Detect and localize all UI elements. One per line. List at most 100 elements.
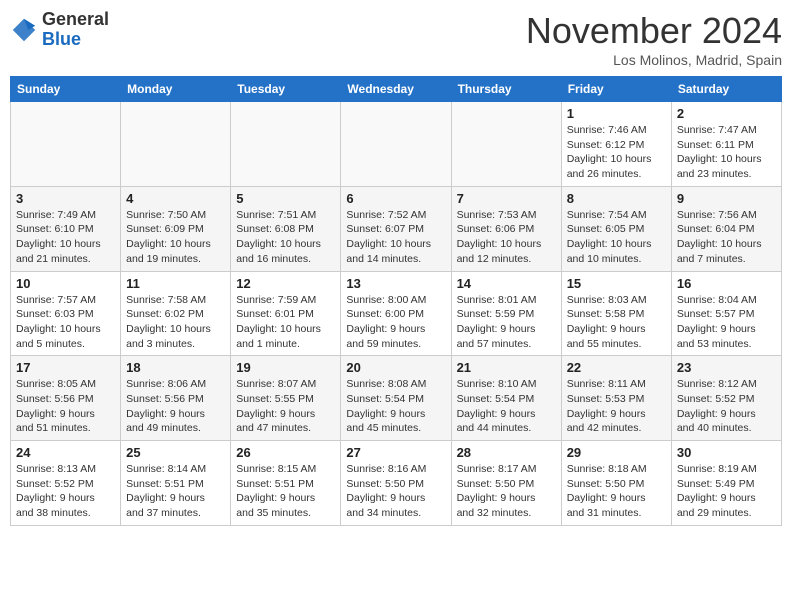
logo-icon (10, 16, 38, 44)
day-number: 15 (567, 276, 666, 291)
day-number: 23 (677, 360, 776, 375)
day-info: Sunrise: 7:54 AM Sunset: 6:05 PM Dayligh… (567, 208, 666, 267)
calendar-day-cell (11, 102, 121, 187)
day-number: 29 (567, 445, 666, 460)
day-info: Sunrise: 7:59 AM Sunset: 6:01 PM Dayligh… (236, 293, 335, 352)
calendar-day-cell (451, 102, 561, 187)
weekday-header: Wednesday (341, 77, 451, 102)
calendar-day-cell (341, 102, 451, 187)
day-number: 27 (346, 445, 445, 460)
calendar-day-cell: 11 Sunrise: 7:58 AM Sunset: 6:02 PM Dayli… (121, 271, 231, 356)
calendar-day-cell: 27 Sunrise: 8:16 AM Sunset: 5:50 PM Dayli… (341, 441, 451, 526)
weekday-header: Saturday (671, 77, 781, 102)
day-number: 19 (236, 360, 335, 375)
day-info: Sunrise: 7:50 AM Sunset: 6:09 PM Dayligh… (126, 208, 225, 267)
day-number: 20 (346, 360, 445, 375)
logo: General Blue (10, 10, 109, 50)
calendar-day-cell: 13Sunrise: 8:00 AM Sunset: 6:00 PM Dayli… (341, 271, 451, 356)
title-block: November 2024 Los Molinos, Madrid, Spain (526, 10, 782, 68)
calendar-day-cell: 30Sunrise: 8:19 AM Sunset: 5:49 PM Dayli… (671, 441, 781, 526)
day-number: 11 (126, 276, 225, 291)
calendar-header-row: SundayMondayTuesdayWednesdayThursdayFrid… (11, 77, 782, 102)
day-info: Sunrise: 8:00 AM Sunset: 6:00 PM Dayligh… (346, 293, 445, 352)
calendar-day-cell: 26Sunrise: 8:15 AM Sunset: 5:51 PM Dayli… (231, 441, 341, 526)
calendar-week-row: 1 Sunrise: 7:46 AM Sunset: 6:12 PM Daylig… (11, 102, 782, 187)
calendar-day-cell: 17 Sunrise: 8:05 AM Sunset: 5:56 PM Dayli… (11, 356, 121, 441)
day-info: Sunrise: 7:57 AM Sunset: 6:03 PM Dayligh… (16, 293, 115, 352)
logo-text: General Blue (42, 10, 109, 50)
day-info: Sunrise: 7:56 AM Sunset: 6:04 PM Dayligh… (677, 208, 776, 267)
day-info: Sunrise: 8:01 AM Sunset: 5:59 PM Dayligh… (457, 293, 556, 352)
calendar-day-cell: 25 Sunrise: 8:14 AM Sunset: 5:51 PM Dayli… (121, 441, 231, 526)
location: Los Molinos, Madrid, Spain (526, 52, 782, 68)
day-number: 7 (457, 191, 556, 206)
calendar-day-cell: 1 Sunrise: 7:46 AM Sunset: 6:12 PM Daylig… (561, 102, 671, 187)
day-number: 16 (677, 276, 776, 291)
month-title: November 2024 (526, 10, 782, 52)
calendar-day-cell: 12 Sunrise: 7:59 AM Sunset: 6:01 PM Dayli… (231, 271, 341, 356)
page-header: General Blue November 2024 Los Molinos, … (10, 10, 782, 68)
day-number: 28 (457, 445, 556, 460)
calendar-day-cell: 21Sunrise: 8:10 AM Sunset: 5:54 PM Dayli… (451, 356, 561, 441)
weekday-header: Thursday (451, 77, 561, 102)
day-info: Sunrise: 8:08 AM Sunset: 5:54 PM Dayligh… (346, 377, 445, 436)
day-number: 1 (567, 106, 666, 121)
day-number: 10 (16, 276, 115, 291)
calendar-table: SundayMondayTuesdayWednesdayThursdayFrid… (10, 76, 782, 526)
calendar-day-cell: 23 Sunrise: 8:12 AM Sunset: 5:52 PM Dayli… (671, 356, 781, 441)
day-number: 3 (16, 191, 115, 206)
calendar-week-row: 24 Sunrise: 8:13 AM Sunset: 5:52 PM Dayli… (11, 441, 782, 526)
logo-blue: Blue (42, 29, 81, 49)
day-info: Sunrise: 7:58 AM Sunset: 6:02 PM Dayligh… (126, 293, 225, 352)
day-info: Sunrise: 7:46 AM Sunset: 6:12 PM Dayligh… (567, 123, 666, 182)
day-info: Sunrise: 8:17 AM Sunset: 5:50 PM Dayligh… (457, 462, 556, 521)
logo-general: General (42, 9, 109, 29)
day-info: Sunrise: 7:53 AM Sunset: 6:06 PM Dayligh… (457, 208, 556, 267)
calendar-day-cell: 29 Sunrise: 8:18 AM Sunset: 5:50 PM Dayli… (561, 441, 671, 526)
calendar-day-cell: 28 Sunrise: 8:17 AM Sunset: 5:50 PM Dayli… (451, 441, 561, 526)
day-number: 4 (126, 191, 225, 206)
calendar-day-cell: 8 Sunrise: 7:54 AM Sunset: 6:05 PM Daylig… (561, 186, 671, 271)
day-info: Sunrise: 8:10 AM Sunset: 5:54 PM Dayligh… (457, 377, 556, 436)
calendar-day-cell: 18 Sunrise: 8:06 AM Sunset: 5:56 PM Dayli… (121, 356, 231, 441)
day-info: Sunrise: 8:18 AM Sunset: 5:50 PM Dayligh… (567, 462, 666, 521)
day-number: 9 (677, 191, 776, 206)
weekday-header: Tuesday (231, 77, 341, 102)
day-info: Sunrise: 7:49 AM Sunset: 6:10 PM Dayligh… (16, 208, 115, 267)
day-number: 6 (346, 191, 445, 206)
day-number: 8 (567, 191, 666, 206)
day-info: Sunrise: 7:51 AM Sunset: 6:08 PM Dayligh… (236, 208, 335, 267)
calendar-day-cell: 22Sunrise: 8:11 AM Sunset: 5:53 PM Dayli… (561, 356, 671, 441)
calendar-day-cell: 14Sunrise: 8:01 AM Sunset: 5:59 PM Dayli… (451, 271, 561, 356)
calendar-day-cell: 20 Sunrise: 8:08 AM Sunset: 5:54 PM Dayli… (341, 356, 451, 441)
calendar-day-cell: 3 Sunrise: 7:49 AM Sunset: 6:10 PM Daylig… (11, 186, 121, 271)
day-info: Sunrise: 8:06 AM Sunset: 5:56 PM Dayligh… (126, 377, 225, 436)
day-info: Sunrise: 7:47 AM Sunset: 6:11 PM Dayligh… (677, 123, 776, 182)
day-number: 25 (126, 445, 225, 460)
day-number: 22 (567, 360, 666, 375)
calendar-day-cell: 4 Sunrise: 7:50 AM Sunset: 6:09 PM Daylig… (121, 186, 231, 271)
day-info: Sunrise: 8:16 AM Sunset: 5:50 PM Dayligh… (346, 462, 445, 521)
calendar-day-cell: 15Sunrise: 8:03 AM Sunset: 5:58 PM Dayli… (561, 271, 671, 356)
weekday-header: Sunday (11, 77, 121, 102)
day-info: Sunrise: 7:52 AM Sunset: 6:07 PM Dayligh… (346, 208, 445, 267)
calendar-week-row: 17 Sunrise: 8:05 AM Sunset: 5:56 PM Dayli… (11, 356, 782, 441)
day-info: Sunrise: 8:14 AM Sunset: 5:51 PM Dayligh… (126, 462, 225, 521)
calendar-day-cell: 10 Sunrise: 7:57 AM Sunset: 6:03 PM Dayli… (11, 271, 121, 356)
calendar-day-cell: 2Sunrise: 7:47 AM Sunset: 6:11 PM Daylig… (671, 102, 781, 187)
calendar-day-cell: 16 Sunrise: 8:04 AM Sunset: 5:57 PM Dayli… (671, 271, 781, 356)
day-number: 17 (16, 360, 115, 375)
calendar-week-row: 3 Sunrise: 7:49 AM Sunset: 6:10 PM Daylig… (11, 186, 782, 271)
day-info: Sunrise: 8:05 AM Sunset: 5:56 PM Dayligh… (16, 377, 115, 436)
calendar-day-cell: 5Sunrise: 7:51 AM Sunset: 6:08 PM Daylig… (231, 186, 341, 271)
day-info: Sunrise: 8:12 AM Sunset: 5:52 PM Dayligh… (677, 377, 776, 436)
day-number: 30 (677, 445, 776, 460)
day-number: 18 (126, 360, 225, 375)
day-info: Sunrise: 8:04 AM Sunset: 5:57 PM Dayligh… (677, 293, 776, 352)
day-number: 26 (236, 445, 335, 460)
calendar-day-cell (121, 102, 231, 187)
day-info: Sunrise: 8:13 AM Sunset: 5:52 PM Dayligh… (16, 462, 115, 521)
day-number: 24 (16, 445, 115, 460)
day-number: 12 (236, 276, 335, 291)
calendar-week-row: 10 Sunrise: 7:57 AM Sunset: 6:03 PM Dayli… (11, 271, 782, 356)
